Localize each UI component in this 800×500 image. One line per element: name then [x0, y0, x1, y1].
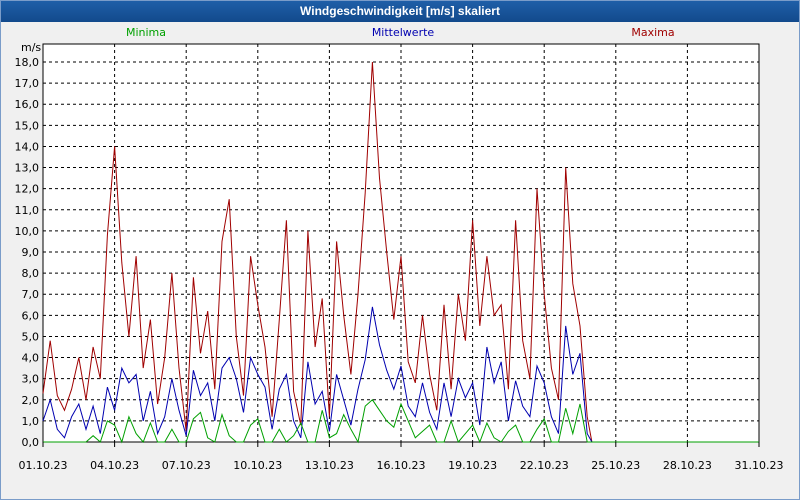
- plot-area: m/s Minima Mittelwerte Maxima 0,0 1,0 2,0 3…: [1, 22, 799, 499]
- x-tick-label: 22.10.23: [520, 459, 569, 472]
- y-axis-unit-label: m/s: [21, 41, 41, 54]
- y-tick-label: 11,0: [15, 204, 40, 217]
- x-tick-label: 31.10.23: [735, 459, 784, 472]
- x-tick-label: 07.10.23: [162, 459, 211, 472]
- x-tick-label: 01.10.23: [19, 459, 68, 472]
- y-tick-label: 4,0: [22, 352, 40, 365]
- y-tick-label: 17,0: [15, 77, 40, 90]
- window-title: Windgeschwindigkeit [m/s] skaliert: [1, 1, 799, 22]
- y-tick-label: 13,0: [15, 162, 40, 175]
- x-tick-label: 28.10.23: [663, 459, 712, 472]
- y-tick-label: 12,0: [15, 183, 40, 196]
- x-tick-label: 16.10.23: [377, 459, 426, 472]
- x-tick-label: 10.10.23: [233, 459, 282, 472]
- x-tick-label: 19.10.23: [448, 459, 497, 472]
- y-tick-label: 6,0: [22, 309, 40, 322]
- y-tick-label: 14,0: [15, 140, 40, 153]
- y-tick-label: 5,0: [22, 330, 40, 343]
- wind-speed-chart: m/s Minima Mittelwerte Maxima 0,0 1,0 2,0 3…: [15, 26, 784, 472]
- legend-minima: Minima: [126, 26, 166, 39]
- y-tick-label: 1,0: [22, 415, 40, 428]
- y-tick-label: 2,0: [22, 394, 40, 407]
- x-tick-label: 13.10.23: [305, 459, 354, 472]
- y-tick-label: 16,0: [15, 98, 40, 111]
- y-tick-label: 0,0: [22, 436, 40, 449]
- x-tick-label: 25.10.23: [591, 459, 640, 472]
- y-tick-label: 10,0: [15, 225, 40, 238]
- y-tick-label: 15,0: [15, 119, 40, 132]
- legend-maxima: Maxima: [631, 26, 674, 39]
- y-tick-label: 7,0: [22, 288, 40, 301]
- x-tick-label: 04.10.23: [90, 459, 139, 472]
- y-tick-label: 8,0: [22, 267, 40, 280]
- y-tick-label: 3,0: [22, 373, 40, 386]
- chart-window: Windgeschwindigkeit [m/s] skaliert m/s M…: [0, 0, 800, 500]
- y-tick-label: 18,0: [15, 56, 40, 69]
- grid-layer: [42, 43, 760, 443]
- y-tick-label: 9,0: [22, 246, 40, 259]
- legend-mittelwerte: Mittelwerte: [372, 26, 435, 39]
